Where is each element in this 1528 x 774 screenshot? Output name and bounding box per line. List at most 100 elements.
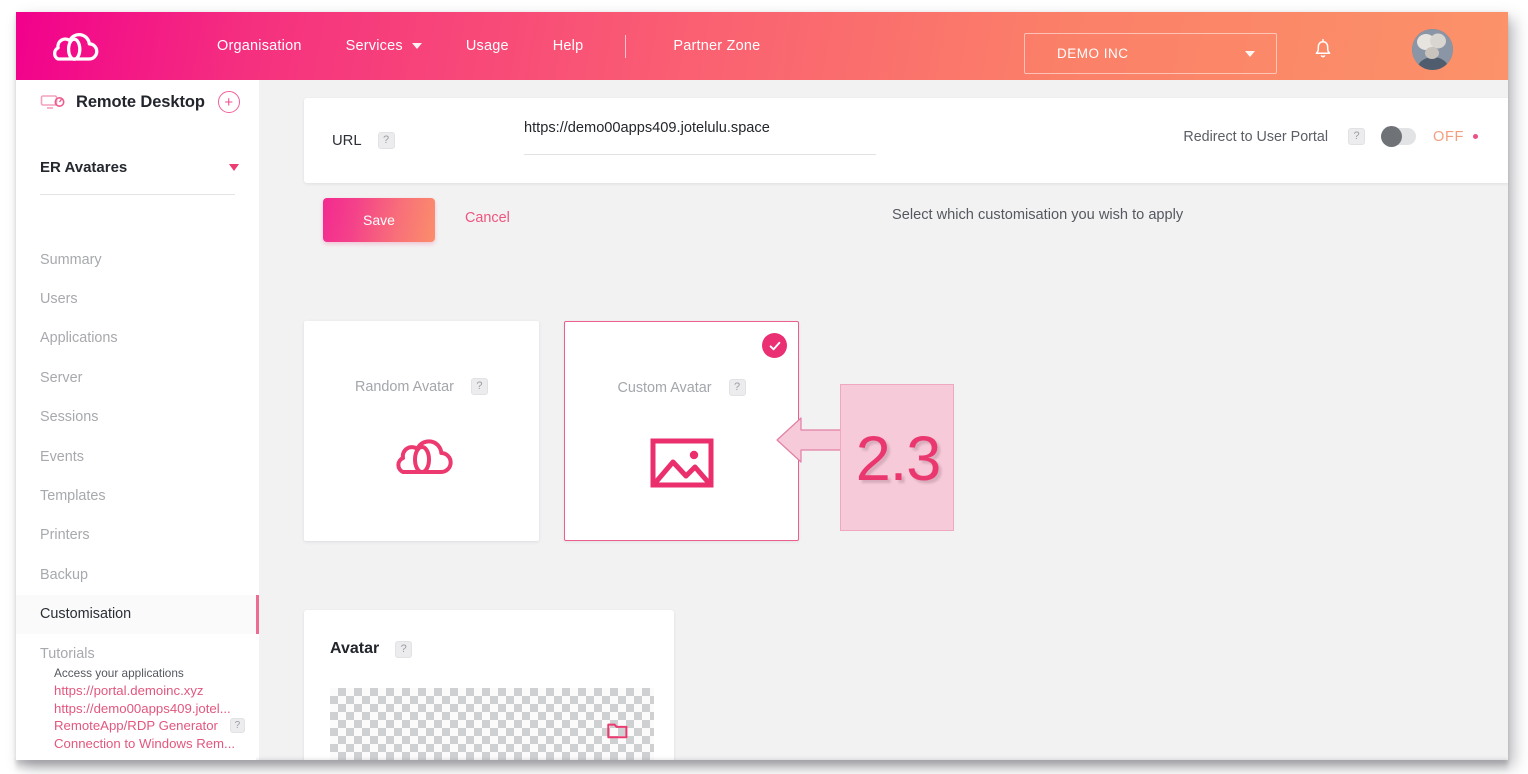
sidebar-item-backup[interactable]: Backup bbox=[16, 555, 259, 594]
image-picture-icon bbox=[565, 435, 798, 491]
avatar-card-header: Avatar ? bbox=[330, 640, 413, 658]
avatar-upload-card: Avatar ? bbox=[304, 610, 674, 760]
app-link[interactable]: https://demo00apps409.jotel... bbox=[54, 701, 259, 716]
chevron-down-icon bbox=[1245, 50, 1255, 57]
cancel-button[interactable]: Cancel bbox=[465, 210, 510, 226]
url-card: URL ? https://demo00apps409.jotelulu.spa… bbox=[304, 98, 1508, 183]
chevron-down-icon bbox=[229, 163, 239, 171]
custom-avatar-label: Custom Avatar bbox=[617, 379, 712, 396]
random-avatar-header: Random Avatar ? bbox=[304, 378, 539, 395]
app-link-label: RemoteApp/RDP Generator bbox=[54, 718, 218, 733]
sidebar-group-selector[interactable]: ER Avatares bbox=[16, 152, 256, 182]
url-input[interactable]: https://demo00apps409.jotelulu.space bbox=[524, 119, 876, 155]
sidebar-item-label: Printers bbox=[40, 527, 90, 544]
nav-item-label: Usage bbox=[465, 38, 509, 54]
redirect-toggle[interactable] bbox=[1381, 126, 1417, 147]
app-link[interactable]: Connection to Windows Rem... bbox=[54, 736, 259, 751]
sidebar-item-label: Tutorials bbox=[40, 645, 95, 662]
avatar-card-title: Avatar bbox=[330, 640, 380, 657]
option-card-custom-avatar[interactable]: Custom Avatar ? bbox=[564, 321, 799, 541]
chevron-down-icon bbox=[411, 43, 422, 49]
sidebar-item-users[interactable]: Users bbox=[16, 279, 259, 318]
sidebar-service-header: Remote Desktop + bbox=[16, 82, 256, 122]
sidebar-item-events[interactable]: Events bbox=[16, 437, 259, 476]
nav-divider bbox=[625, 34, 627, 58]
left-sidebar: Remote Desktop + ER Avatares Summary User… bbox=[16, 12, 259, 760]
app-links-list: https://portal.demoinc.xyz https://demo00… bbox=[54, 683, 259, 751]
url-label: URL bbox=[332, 132, 362, 149]
nav-item-partner-zone[interactable]: Partner Zone bbox=[673, 38, 760, 54]
active-indicator bbox=[256, 594, 259, 634]
sidebar-item-label: Server bbox=[40, 369, 83, 386]
redirect-label: Redirect to User Portal bbox=[1183, 128, 1329, 145]
sidebar-item-label: Applications bbox=[40, 330, 118, 347]
nav-item-usage[interactable]: Usage bbox=[466, 38, 509, 54]
folder-icon[interactable] bbox=[607, 722, 628, 744]
sidebar-item-label: Templates bbox=[40, 488, 106, 505]
sidebar-item-templates[interactable]: Templates bbox=[16, 476, 259, 515]
sidebar-item-customisation[interactable]: Customisation bbox=[16, 594, 259, 634]
app-link-label: https://demo00apps409.jotel... bbox=[54, 700, 231, 716]
random-avatar-label: Random Avatar bbox=[355, 378, 454, 395]
app-link[interactable]: RemoteApp/RDP Generator? bbox=[54, 718, 259, 733]
redirect-help-icon[interactable]: ? bbox=[1348, 128, 1366, 145]
sidebar-item-label: Events bbox=[40, 448, 84, 465]
redirect-to-user-portal-control: Redirect to User Portal ? OFF bbox=[1183, 126, 1478, 147]
nav-item-organisation[interactable]: Organisation bbox=[217, 38, 302, 54]
customisation-hint: Select which customisation you wish to a… bbox=[892, 207, 1184, 223]
nav-item-help[interactable]: Help bbox=[553, 38, 584, 54]
annotation-callout: 2.3 bbox=[840, 384, 954, 531]
organisation-selector[interactable]: DEMO INC bbox=[1024, 33, 1277, 74]
sidebar-menu: Summary Users Applications Server Sessions Ev… bbox=[16, 240, 259, 634]
sidebar-item-server[interactable]: Server bbox=[16, 358, 259, 397]
app-links-heading: Access your applications bbox=[54, 666, 184, 680]
nav-item-label: Organisation bbox=[217, 38, 302, 54]
sidebar-item-label: Summary bbox=[40, 251, 102, 268]
sidebar-item-label: Users bbox=[40, 291, 78, 308]
cloud-avatar-icon bbox=[304, 434, 539, 476]
sidebar-item-label: Backup bbox=[40, 566, 88, 583]
nav-item-label: Services bbox=[345, 38, 403, 54]
user-avatar[interactable] bbox=[1412, 29, 1453, 70]
sidebar-item-summary[interactable]: Summary bbox=[16, 240, 259, 279]
annotation-number: 2.3 bbox=[855, 423, 942, 494]
browser-window: Remote Desktop + ER Avatares Summary User… bbox=[16, 12, 1508, 760]
app-link[interactable]: https://portal.demoinc.xyz bbox=[54, 683, 259, 698]
left-arrow-callout-icon bbox=[775, 412, 845, 468]
sidebar-divider bbox=[40, 194, 235, 195]
top-navigation-bar: Organisation Services Usage Help Partner Zon… bbox=[16, 12, 1508, 80]
sidebar-app-links: Access your applications https://portal.… bbox=[54, 666, 259, 753]
app-link-label: https://portal.demoinc.xyz bbox=[54, 683, 204, 698]
organisation-name: DEMO INC bbox=[1057, 46, 1129, 61]
sidebar-item-label: Sessions bbox=[40, 409, 99, 426]
toggle-knob bbox=[1381, 126, 1403, 147]
notification-bell-icon[interactable] bbox=[1312, 36, 1334, 65]
custom-avatar-help-icon[interactable]: ? bbox=[728, 379, 746, 396]
sidebar-item-printers[interactable]: Printers bbox=[16, 516, 259, 555]
app-link-help-icon[interactable]: ? bbox=[229, 718, 245, 733]
remote-desktop-icon bbox=[40, 92, 66, 112]
add-service-button[interactable]: + bbox=[217, 91, 240, 113]
sidebar-item-applications[interactable]: Applications bbox=[16, 319, 259, 358]
sidebar-group-name: ER Avatares bbox=[40, 158, 128, 176]
window-shadow bbox=[16, 760, 1508, 772]
custom-avatar-header: Custom Avatar ? bbox=[565, 379, 798, 396]
primary-nav: Organisation Services Usage Help Partner Zon… bbox=[217, 34, 804, 58]
url-value: https://demo00apps409.jotelulu.space bbox=[524, 120, 770, 136]
main-content: URL ? https://demo00apps409.jotelulu.spa… bbox=[259, 80, 1508, 760]
status-dot bbox=[1473, 134, 1478, 139]
check-circle-icon[interactable] bbox=[762, 333, 787, 358]
url-help-icon[interactable]: ? bbox=[377, 132, 395, 149]
random-avatar-help-icon[interactable]: ? bbox=[470, 378, 488, 395]
option-card-random-avatar[interactable]: Random Avatar ? bbox=[304, 321, 539, 541]
nav-item-label: Help bbox=[552, 38, 584, 54]
nav-item-services[interactable]: Services bbox=[346, 38, 422, 54]
sidebar-item-sessions[interactable]: Sessions bbox=[16, 398, 259, 437]
sidebar-service-title: Remote Desktop bbox=[76, 92, 205, 111]
app-link-label: Connection to Windows Rem... bbox=[54, 735, 236, 751]
redirect-state-label: OFF bbox=[1433, 128, 1464, 145]
jotelulu-cloud-logo-icon[interactable] bbox=[49, 26, 101, 66]
avatar-help-icon[interactable]: ? bbox=[395, 640, 413, 658]
avatar-preview-transparent[interactable] bbox=[330, 688, 654, 760]
save-button[interactable]: Save bbox=[323, 198, 435, 242]
